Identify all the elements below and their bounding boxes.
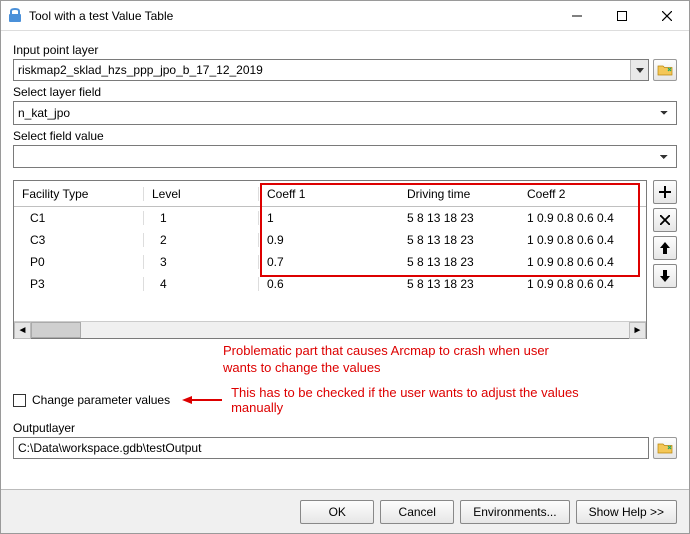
table-row[interactable]: C3 2 0.9 5 8 13 18 23 1 0.9 0.8 0.6 0.4 — [14, 229, 646, 251]
move-down-button[interactable] — [653, 264, 677, 288]
annotation-check-text: This has to be checked if the user wants… — [231, 385, 677, 400]
output-layer-label: Outputlayer — [13, 421, 677, 435]
table-row[interactable]: P3 4 0.6 5 8 13 18 23 1 0.9 0.8 0.6 0.4 — [14, 273, 646, 295]
table-header-row: Facility Type Level Coeff 1 Driving time… — [14, 181, 646, 207]
scroll-right-icon[interactable]: ► — [629, 322, 646, 339]
browse-input-button[interactable] — [653, 59, 677, 81]
move-up-button[interactable] — [653, 236, 677, 260]
th-level: Level — [144, 187, 259, 201]
titlebar: Tool with a test Value Table — [1, 1, 689, 31]
app-icon — [7, 8, 23, 24]
th-coeff2: Coeff 2 — [519, 187, 646, 201]
output-layer-field[interactable] — [13, 437, 649, 459]
client-area: Input point layer Select layer field n_k… — [1, 31, 689, 489]
browse-output-button[interactable] — [653, 437, 677, 459]
select-layer-field-label: Select layer field — [13, 85, 677, 99]
change-parameter-label: Change parameter values — [32, 393, 170, 407]
dialog-window: Tool with a test Value Table Input point… — [0, 0, 690, 534]
window-title: Tool with a test Value Table — [29, 9, 554, 23]
annotation-text: Problematic part that causes Arcmap to c… — [223, 343, 677, 377]
dialog-footer: OK Cancel Environments... Show Help >> — [1, 489, 689, 533]
scroll-left-icon[interactable]: ◄ — [14, 322, 31, 339]
ok-button[interactable]: OK — [300, 500, 374, 524]
minimize-button[interactable] — [554, 1, 599, 30]
input-point-layer-field[interactable] — [13, 59, 649, 81]
close-button[interactable] — [644, 1, 689, 30]
change-parameter-checkbox[interactable] — [13, 394, 26, 407]
remove-row-button[interactable] — [653, 208, 677, 232]
th-facility-type: Facility Type — [14, 187, 144, 201]
table-body: C1 1 1 5 8 13 18 23 1 0.9 0.8 0.6 0.4 C3… — [14, 207, 646, 295]
select-field-value-label: Select field value — [13, 129, 677, 143]
th-coeff1: Coeff 1 — [259, 187, 399, 201]
table-hscrollbar[interactable]: ◄ ► — [14, 321, 646, 338]
cancel-button[interactable]: Cancel — [380, 500, 454, 524]
maximize-button[interactable] — [599, 1, 644, 30]
add-row-button[interactable] — [653, 180, 677, 204]
table-row[interactable]: C1 1 1 5 8 13 18 23 1 0.9 0.8 0.6 0.4 — [14, 207, 646, 229]
environments-button[interactable]: Environments... — [460, 500, 569, 524]
input-point-layer-dropdown-icon[interactable] — [630, 60, 648, 80]
table-row[interactable]: P0 3 0.7 5 8 13 18 23 1 0.9 0.8 0.6 0.4 — [14, 251, 646, 273]
show-help-button[interactable]: Show Help >> — [576, 500, 677, 524]
annotation-arrow-icon — [182, 395, 222, 405]
value-table[interactable]: Facility Type Level Coeff 1 Driving time… — [13, 180, 647, 339]
select-layer-field[interactable]: n_kat_jpo — [13, 101, 677, 125]
select-field-value[interactable] — [13, 145, 677, 169]
input-point-layer-label: Input point layer — [13, 43, 677, 57]
th-driving-time: Driving time — [399, 187, 519, 201]
